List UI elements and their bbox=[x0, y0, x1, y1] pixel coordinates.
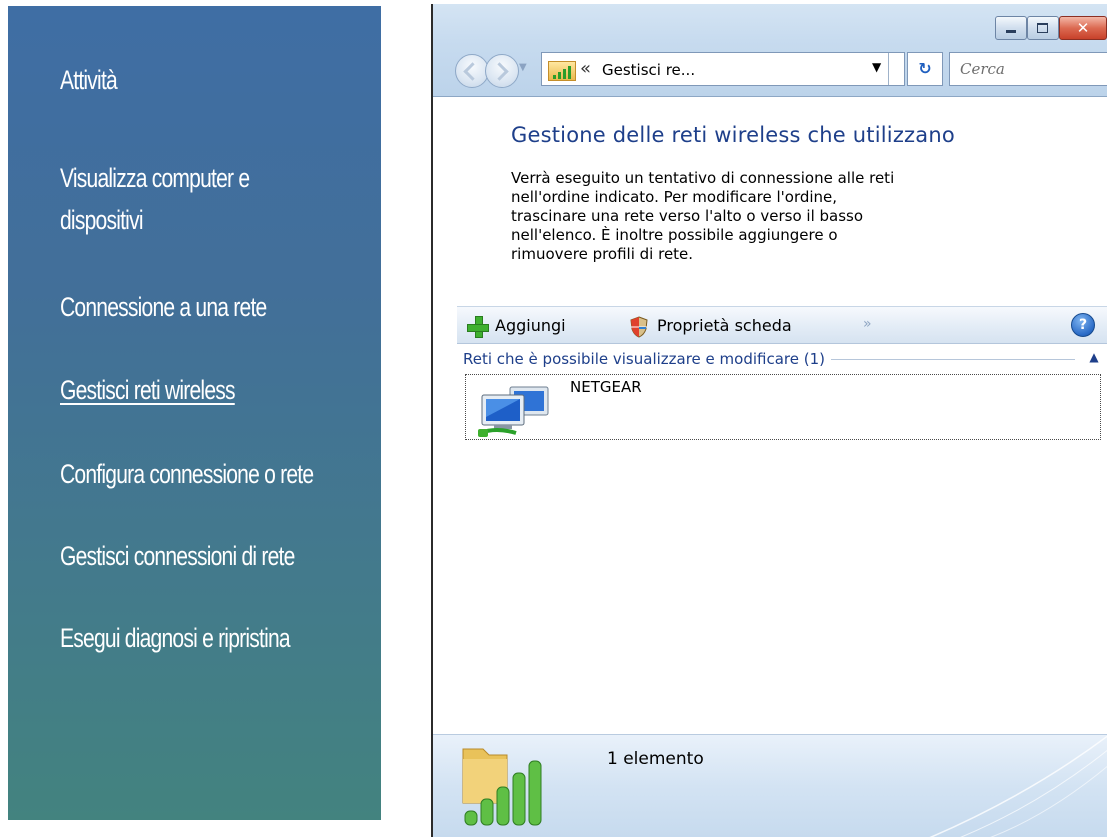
collapse-chevron-icon[interactable]: ▲ bbox=[1085, 348, 1103, 366]
task-setup-connection[interactable]: Configura connessione o rete bbox=[60, 454, 314, 494]
recent-pages-chevron-icon[interactable]: ▼ bbox=[519, 62, 527, 73]
page-title: Gestione delle reti wireless che utilizz… bbox=[511, 123, 955, 147]
help-icon[interactable]: ? bbox=[1071, 313, 1095, 337]
task-manage-wireless[interactable]: Gestisci reti wireless bbox=[60, 370, 236, 410]
page-description: Verrà eseguito un tentativo di connessio… bbox=[511, 169, 895, 263]
search-input[interactable] bbox=[949, 52, 1107, 86]
address-divider bbox=[888, 53, 889, 85]
breadcrumb[interactable]: Gestisci re... bbox=[602, 61, 695, 79]
network-group-header[interactable]: Reti che è possibile visualizzare e modi… bbox=[463, 348, 1103, 370]
refresh-button[interactable]: ↻ bbox=[907, 52, 943, 86]
wireless-folder-signal-icon bbox=[462, 748, 542, 826]
back-button[interactable] bbox=[455, 54, 489, 88]
decorative-swoosh bbox=[929, 735, 1107, 837]
details-pane: 1 elemento bbox=[433, 734, 1107, 837]
task-panel: Attività Visualizza computer e dispositi… bbox=[8, 6, 381, 820]
plus-icon bbox=[467, 316, 489, 338]
maximize-button[interactable] bbox=[1027, 16, 1059, 40]
network-computers-icon bbox=[478, 386, 549, 437]
network-folder-icon bbox=[548, 61, 576, 81]
maximize-icon bbox=[1028, 17, 1058, 39]
task-connect-network[interactable]: Connessione a una rete bbox=[60, 287, 267, 327]
minimize-button[interactable] bbox=[995, 16, 1027, 40]
adapter-properties-label: Proprietà scheda bbox=[657, 316, 792, 335]
shield-icon bbox=[630, 316, 648, 338]
close-button[interactable]: ✕ bbox=[1059, 16, 1107, 40]
breadcrumb-overflow[interactable]: « bbox=[580, 58, 591, 79]
tasks-heading: Attività bbox=[60, 65, 118, 95]
task-manage-connections[interactable]: Gestisci connessioni di rete bbox=[60, 536, 295, 576]
item-count: 1 elemento bbox=[607, 749, 704, 769]
task-view-computers-line2[interactable]: dispositivi bbox=[60, 200, 143, 240]
window-chrome: ✕ ▼ « Gestisci re... ▼ ↻ bbox=[433, 4, 1107, 97]
address-bar[interactable]: « Gestisci re... ▼ bbox=[541, 52, 905, 86]
forward-button[interactable] bbox=[485, 54, 519, 88]
content-area: Gestione delle reti wireless che utilizz… bbox=[433, 97, 1107, 734]
more-commands-icon[interactable]: » bbox=[863, 316, 872, 332]
minimize-icon bbox=[996, 17, 1026, 39]
close-icon: ✕ bbox=[1076, 19, 1090, 37]
group-label: Reti che è possibile visualizzare e modi… bbox=[463, 350, 831, 368]
task-view-computers[interactable]: Visualizza computer e bbox=[60, 158, 250, 198]
manage-wireless-window: ✕ ▼ « Gestisci re... ▼ ↻ Gestione delle … bbox=[431, 4, 1107, 837]
command-toolbar: Aggiungi Proprietà scheda » ? bbox=[457, 306, 1107, 344]
task-diagnose-repair[interactable]: Esegui diagnosi e ripristina bbox=[60, 618, 291, 658]
add-label: Aggiungi bbox=[495, 316, 566, 335]
list-item[interactable]: NETGEAR bbox=[465, 374, 1101, 440]
address-dropdown-icon[interactable]: ▼ bbox=[872, 60, 881, 74]
network-name: NETGEAR bbox=[570, 378, 642, 396]
